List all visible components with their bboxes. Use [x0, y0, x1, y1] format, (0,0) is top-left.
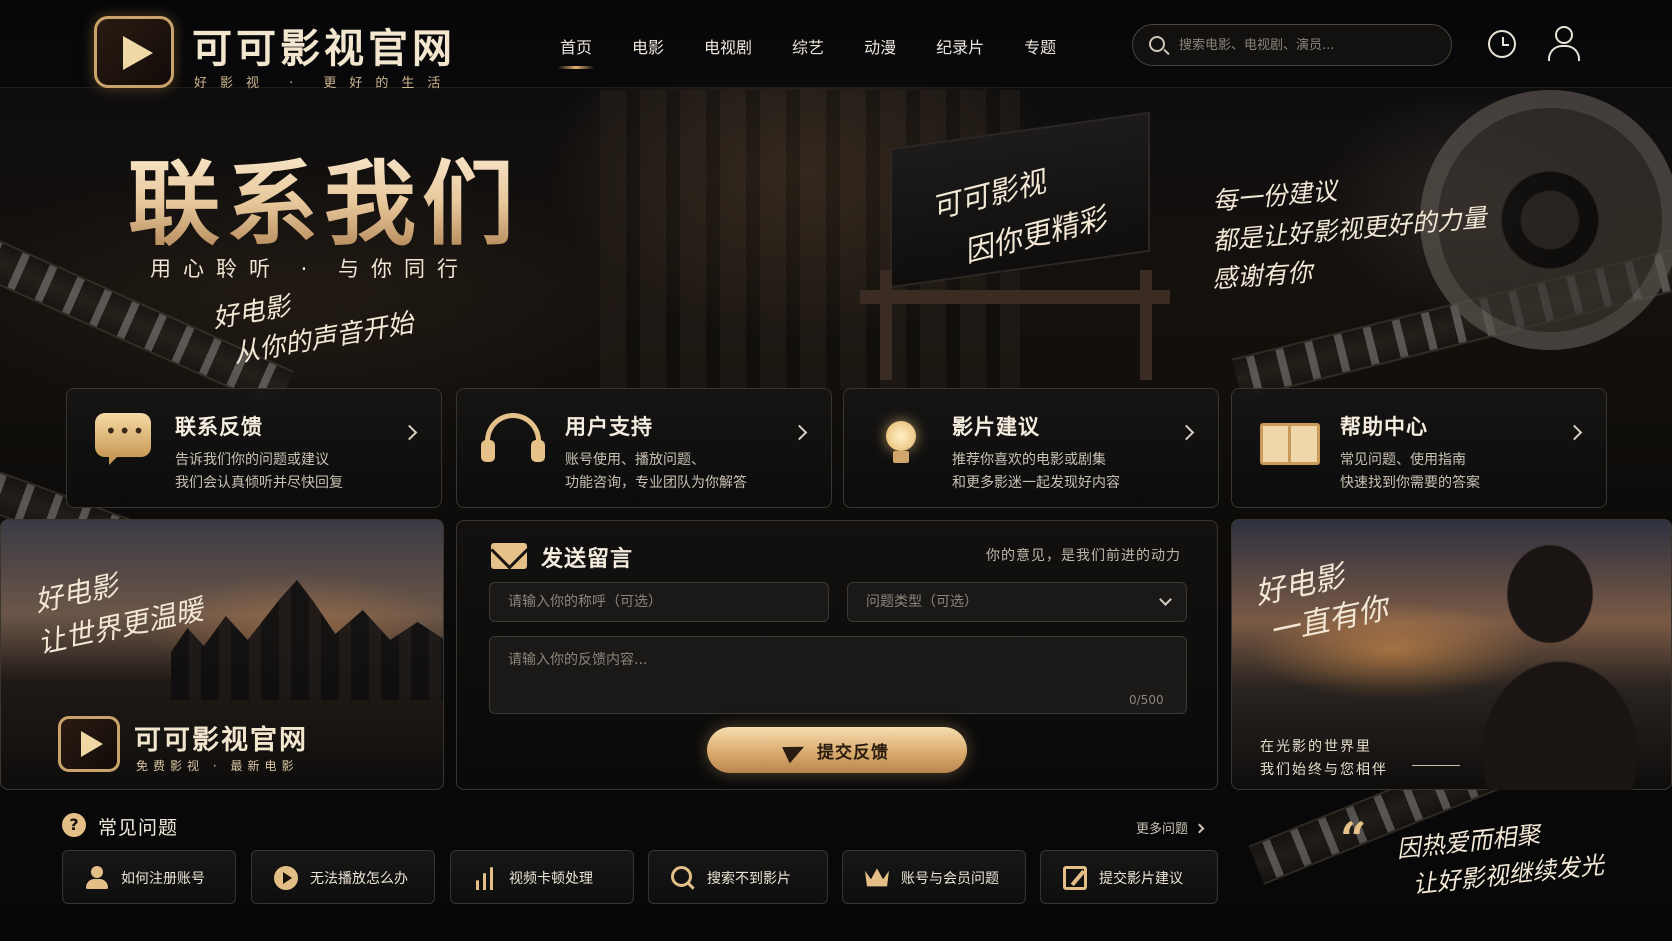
card-desc-line: 常见问题、使用指南	[1340, 452, 1466, 468]
faq-item-video-lag[interactable]: 视频卡顿处理	[450, 850, 634, 904]
card-contact-feedback[interactable]: 联系反馈 告诉我们你的问题或建议我们会认真倾听并尽快回复	[66, 388, 442, 508]
faq-item-label: 无法播放怎么办	[310, 871, 408, 887]
site-logo-title[interactable]: 可可影视官网	[192, 16, 456, 74]
nav-item-documentary[interactable]: 纪录片	[916, 34, 1004, 66]
card-desc-line: 我们会认真倾听并尽快回复	[175, 475, 343, 491]
card-title: 联系反馈	[175, 415, 263, 439]
logo-play-icon[interactable]	[94, 16, 174, 88]
card-desc-line: 账号使用、播放问题、	[565, 452, 705, 468]
faq-item-label: 提交影片建议	[1099, 871, 1183, 887]
issue-type-select[interactable]: 问题类型（可选）	[847, 582, 1187, 622]
card-title: 用户支持	[565, 415, 653, 439]
chair-post	[1140, 270, 1152, 380]
submit-feedback-button[interactable]: 提交反馈	[707, 727, 967, 773]
faq-item-register[interactable]: 如何注册账号	[62, 850, 236, 904]
headset-icon	[481, 413, 545, 462]
search-icon	[671, 866, 695, 890]
nav-item-tv-series[interactable]: 电视剧	[684, 34, 772, 66]
faq-item-label: 如何注册账号	[121, 871, 205, 887]
caption-line: 我们始终与您相伴	[1260, 762, 1388, 778]
caption-line: 在光影的世界里	[1260, 739, 1372, 755]
edit-icon	[1063, 866, 1087, 890]
quote-mark-icon: “	[1340, 812, 1367, 866]
card-description: 告诉我们你的问题或建议 我们会认真倾听并尽快回复	[175, 449, 343, 495]
card-description: 常见问题、使用指南 快速找到你需要的答案	[1340, 449, 1480, 495]
hero-quote: 每一份建议 都是让好影视更好的力量 感谢有你	[1211, 170, 1487, 293]
card-desc-line: 快速找到你需要的答案	[1340, 475, 1480, 491]
site-logo-subtitle: 好影视 · 更好的生活	[194, 76, 454, 91]
feedback-content-textarea[interactable]	[489, 636, 1187, 714]
character-counter: 0/500	[1129, 693, 1164, 707]
history-clock-icon[interactable]	[1488, 30, 1516, 58]
crown-icon	[865, 868, 889, 887]
card-desc-line: 告诉我们你的问题或建议	[175, 452, 329, 468]
card-desc-line: 和更多影迷一起发现好内容	[952, 475, 1120, 491]
hero-subtitle: 用心聆听 · 与你同行	[150, 257, 471, 281]
chevron-right-icon	[401, 424, 418, 441]
submit-feedback-label: 提交反馈	[817, 742, 889, 763]
logo-play-icon	[58, 716, 120, 772]
search-input[interactable]	[1179, 25, 1439, 65]
lightbulb-icon	[872, 413, 928, 469]
chevron-right-icon	[1194, 823, 1205, 834]
user-icon	[85, 866, 109, 890]
faq-item-label: 搜索不到影片	[707, 871, 791, 887]
card-description: 账号使用、播放问题、功能咨询，专业团队为你解答	[565, 449, 747, 495]
city-skyline-image	[171, 580, 443, 700]
question-mark-icon: ?	[62, 813, 86, 837]
mail-envelope-icon	[491, 543, 527, 569]
nav-item-variety[interactable]: 综艺	[772, 34, 844, 66]
nickname-input[interactable]	[489, 582, 829, 622]
main-nav: 首页 电影 电视剧 综艺 动漫 纪录片 专题	[540, 34, 1076, 69]
user-profile-icon[interactable]	[1546, 26, 1580, 62]
form-title: 发送留言	[541, 547, 634, 572]
more-questions-link[interactable]: 更多问题	[1136, 818, 1205, 837]
woman-silhouette-image	[1440, 524, 1640, 790]
right-panel-caption: 在光影的世界里 我们始终与您相伴	[1260, 736, 1388, 782]
bar-chart-icon	[473, 867, 497, 890]
faq-item-label: 账号与会员问题	[901, 871, 999, 887]
card-movie-suggestion[interactable]: 影片建议 推荐你喜欢的电影或剧集 和更多影迷一起发现好内容	[843, 388, 1219, 508]
play-icon	[274, 866, 298, 890]
faq-item-submit-suggestion[interactable]: 提交影片建议	[1040, 850, 1218, 904]
faq-item-label: 视频卡顿处理	[509, 871, 593, 887]
card-title: 帮助中心	[1340, 415, 1428, 439]
nav-item-home[interactable]: 首页	[540, 34, 612, 69]
more-questions-label: 更多问题	[1136, 822, 1189, 837]
nav-item-movies[interactable]: 电影	[612, 34, 684, 66]
issue-type-placeholder: 问题类型（可选）	[866, 594, 978, 610]
faq-item-cannot-play[interactable]: 无法播放怎么办	[251, 850, 435, 904]
nav-item-topics[interactable]: 专题	[1004, 34, 1076, 66]
card-help-center[interactable]: 帮助中心 常见问题、使用指南 快速找到你需要的答案	[1231, 388, 1607, 508]
search-box[interactable]	[1132, 24, 1452, 66]
form-tagline: 你的意见，是我们前进的动力	[986, 548, 1181, 564]
faq-title: 常见问题	[98, 817, 179, 839]
chair-seat	[860, 290, 1170, 304]
left-panel-logo-subtitle: 免费影视 · 最新电影	[136, 759, 299, 773]
caption-divider	[1412, 765, 1460, 766]
message-form-panel: 发送留言 你的意见，是我们前进的动力 问题类型（可选） 0/500 提交反馈	[456, 520, 1218, 790]
faq-item-account-membership[interactable]: 账号与会员问题	[842, 850, 1026, 904]
paper-plane-icon	[782, 738, 808, 763]
chat-bubble-icon	[95, 413, 151, 465]
chevron-right-icon	[1178, 424, 1195, 441]
chevron-right-icon	[1566, 424, 1583, 441]
book-icon	[1260, 413, 1320, 469]
card-user-support[interactable]: 用户支持 账号使用、播放问题、功能咨询，专业团队为你解答	[456, 388, 832, 508]
left-panel-logo-title: 可可影视官网	[134, 725, 308, 756]
search-icon[interactable]	[1149, 36, 1165, 52]
chair-post	[880, 270, 892, 380]
chevron-down-icon	[1159, 593, 1172, 606]
card-desc-line: 推荐你喜欢的电影或剧集	[952, 452, 1106, 468]
faq-item-search-not-found[interactable]: 搜索不到影片	[648, 850, 828, 904]
card-title: 影片建议	[952, 415, 1040, 439]
card-description: 推荐你喜欢的电影或剧集 和更多影迷一起发现好内容	[952, 449, 1120, 495]
hero-title: 联系我们	[128, 130, 520, 263]
nav-item-anime[interactable]: 动漫	[844, 34, 916, 66]
chevron-right-icon	[791, 424, 808, 441]
top-header: 可可影视官网 好影视 · 更好的生活 首页 电影 电视剧 综艺 动漫 纪录片 专…	[0, 0, 1672, 91]
card-desc-line: 功能咨询，专业团队为你解答	[565, 475, 747, 491]
